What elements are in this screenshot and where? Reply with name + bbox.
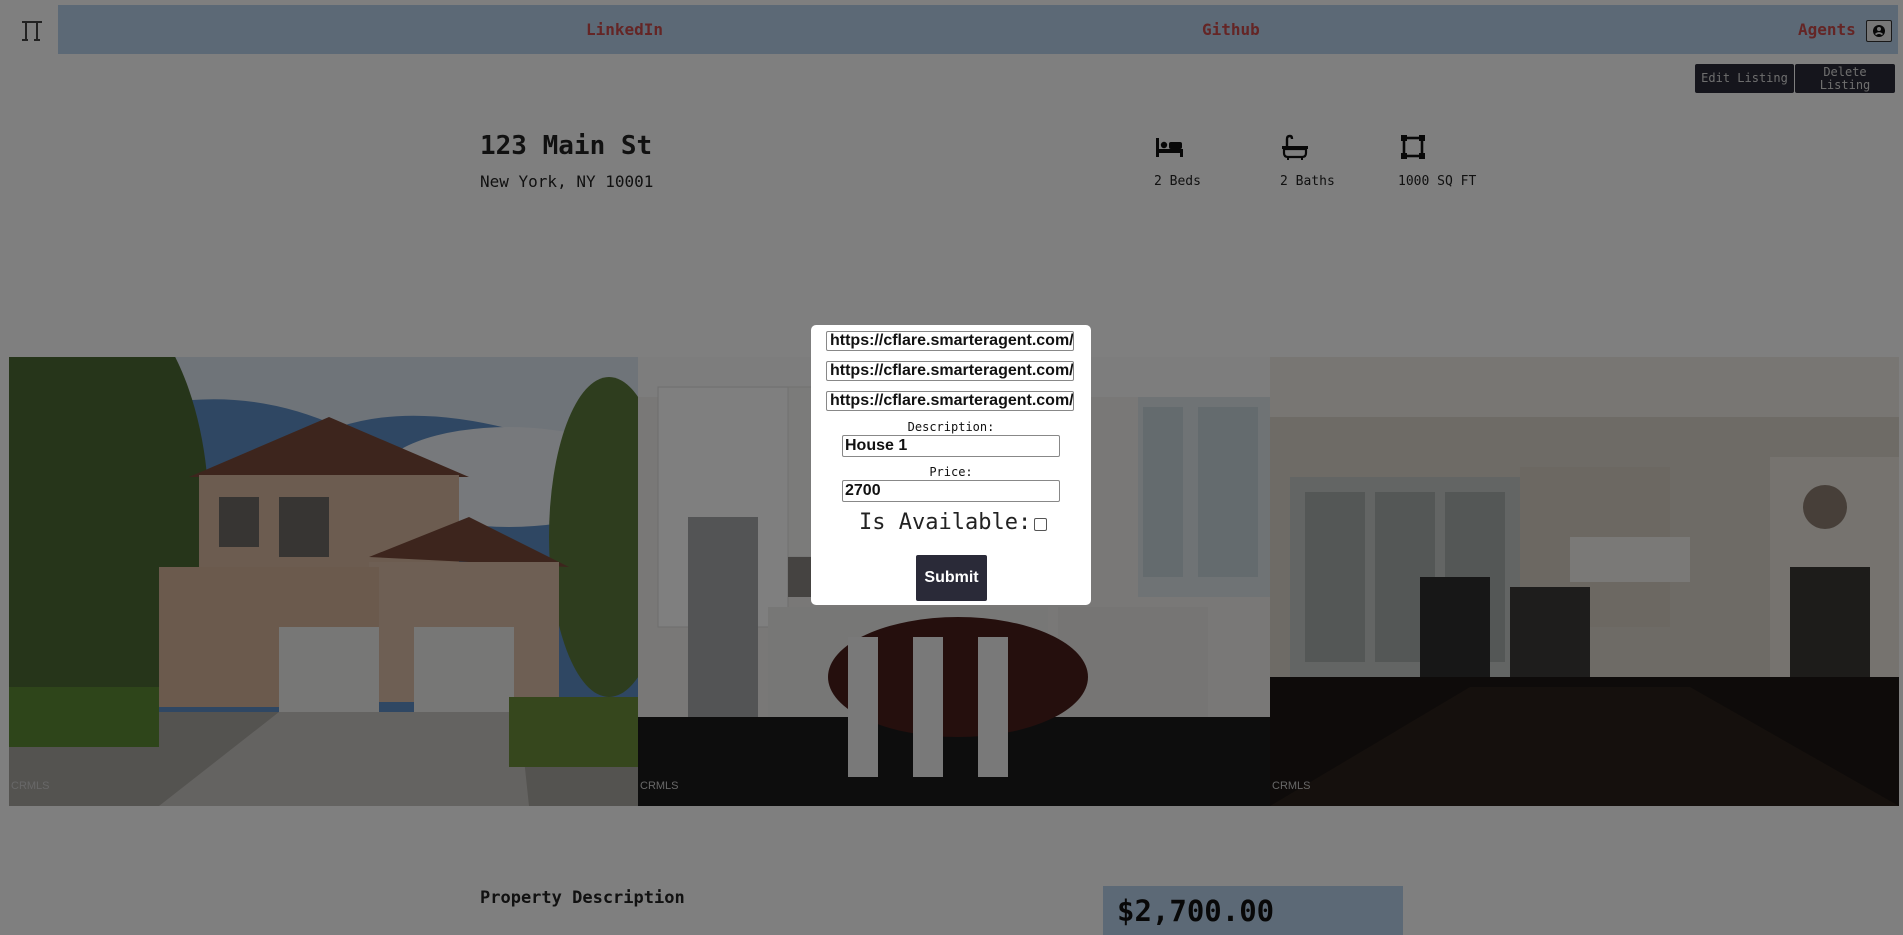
is-available-checkbox[interactable] bbox=[1034, 518, 1047, 531]
edit-listing-modal: https://cflare.smarteragent.com/ https:/… bbox=[811, 325, 1091, 605]
price-label: Price: bbox=[929, 465, 973, 479]
image-url-input-2[interactable]: https://cflare.smarteragent.com/ bbox=[826, 361, 1074, 381]
image-url-input-1[interactable]: https://cflare.smarteragent.com/ bbox=[826, 331, 1074, 351]
image-url-input-3[interactable]: https://cflare.smarteragent.com/ bbox=[826, 391, 1074, 411]
price-input[interactable]: 2700 bbox=[842, 480, 1060, 502]
submit-button[interactable]: Submit bbox=[916, 555, 987, 601]
description-input[interactable]: House 1 bbox=[842, 435, 1060, 457]
description-label: Description: bbox=[907, 420, 995, 434]
is-available-label: Is Available: bbox=[859, 510, 1032, 535]
